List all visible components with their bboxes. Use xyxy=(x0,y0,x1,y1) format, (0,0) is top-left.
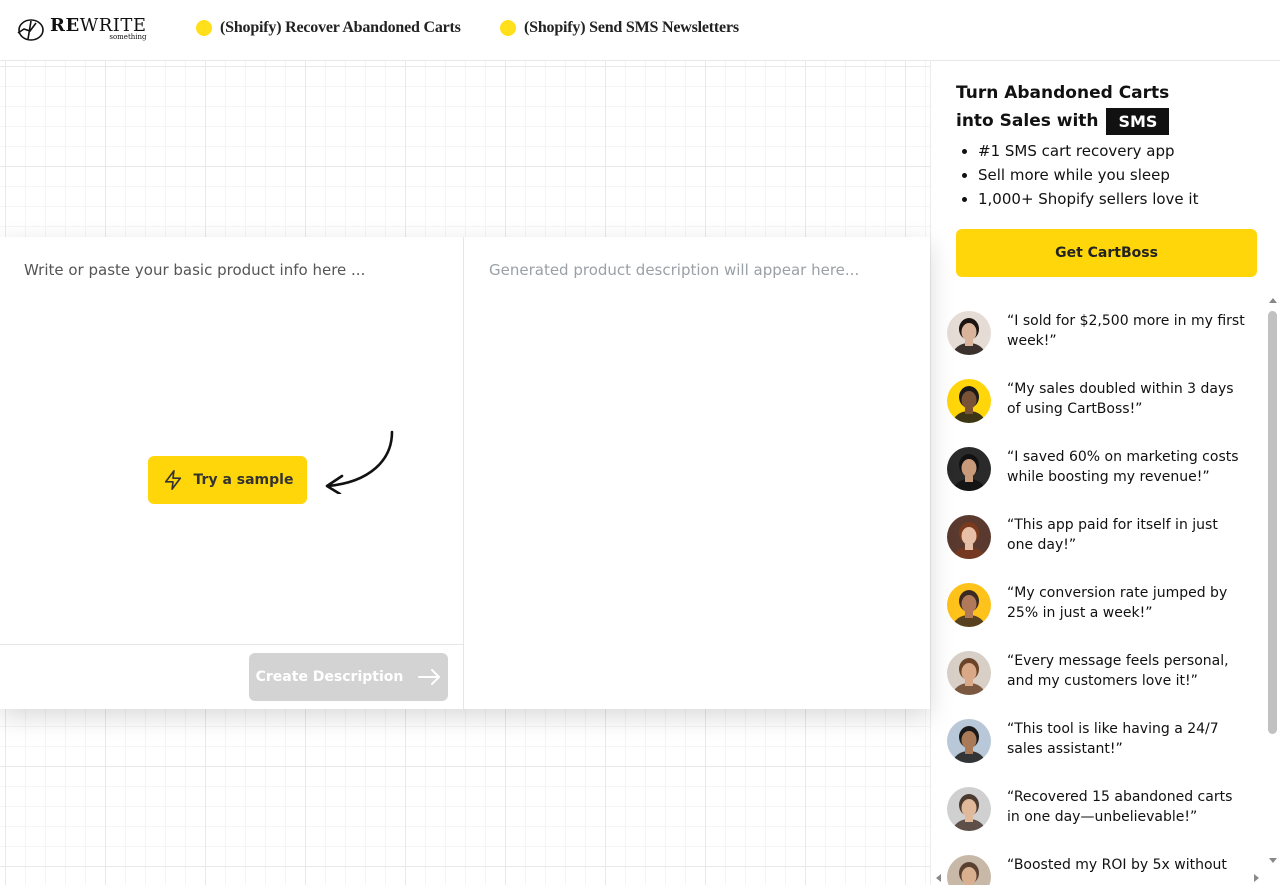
testimonial-list[interactable]: “I sold for $2,500 more in my first week… xyxy=(931,299,1280,885)
top-header: REWRITE something (Shopify) Recover Aban… xyxy=(0,0,1280,61)
try-sample-button[interactable]: Try a sample xyxy=(148,456,307,504)
nav-link-sms-newsletters[interactable]: (Shopify) Send SMS Newsletters xyxy=(500,19,739,37)
get-cartboss-button[interactable]: Get CartBoss xyxy=(956,229,1257,277)
promo-sidebar: Turn Abandoned Carts into Sales with SMS… xyxy=(930,61,1280,885)
testimonial-quote: “This app paid for itself in just one da… xyxy=(1007,517,1218,553)
lightning-icon xyxy=(164,470,181,490)
promo-bullet: 1,000+ Shopify sellers love it xyxy=(978,187,1266,211)
output-pane: Generated product description will appea… xyxy=(465,237,930,709)
avatar xyxy=(947,583,991,627)
testimonial-quote: “Boosted my ROI by 5x without xyxy=(1007,857,1227,873)
get-cartboss-label: Get CartBoss xyxy=(1055,245,1158,261)
testimonial-item: “I sold for $2,500 more in my first week… xyxy=(947,311,1247,371)
promo-title-line2: into Sales with xyxy=(956,111,1099,131)
promo-title-line1: Turn Abandoned Carts xyxy=(956,83,1170,103)
testimonial-quote: “This tool is like having a 24/7 sales a… xyxy=(1007,721,1219,757)
avatar xyxy=(947,515,991,559)
promo-bullets: #1 SMS cart recovery app Sell more while… xyxy=(978,139,1266,211)
scrollbar-thumb[interactable] xyxy=(1268,311,1277,734)
promo-bullet: #1 SMS cart recovery app xyxy=(978,139,1266,163)
testimonial-item: “Every message feels personal, and my cu… xyxy=(947,651,1247,711)
yellow-dot-icon xyxy=(196,20,212,36)
promo-title: Turn Abandoned Carts into Sales with SMS xyxy=(956,79,1266,135)
logo-mark-icon xyxy=(17,19,44,41)
nav-link-label: (Shopify) Recover Abandoned Carts xyxy=(220,19,461,36)
avatar xyxy=(947,651,991,695)
sms-badge: SMS xyxy=(1106,107,1170,135)
testimonial-quote: “My sales doubled within 3 days of using… xyxy=(1007,381,1234,417)
testimonial-item: “My conversion rate jumped by 25% in jus… xyxy=(947,583,1247,643)
create-description-label: Create Description xyxy=(255,669,404,685)
scroll-up-arrow-icon[interactable] xyxy=(1269,298,1277,303)
input-pane: Try a sample Create Description xyxy=(0,237,464,709)
try-sample-label: Try a sample xyxy=(193,472,294,488)
testimonial-quote: “Recovered 15 abandoned carts in one day… xyxy=(1007,789,1233,825)
editor-card: Try a sample Create Description Generate… xyxy=(0,237,930,709)
testimonial-quote: “I saved 60% on marketing costs while bo… xyxy=(1007,449,1239,485)
yellow-dot-icon xyxy=(500,20,516,36)
nav-link-recover-carts[interactable]: (Shopify) Recover Abandoned Carts xyxy=(196,19,461,37)
promo-block: Turn Abandoned Carts into Sales with SMS… xyxy=(956,79,1266,211)
avatar xyxy=(947,719,991,763)
output-placeholder: Generated product description will appea… xyxy=(489,261,860,279)
rewrite-logo[interactable]: REWRITE something xyxy=(16,17,147,45)
avatar xyxy=(947,787,991,831)
scroll-left-arrow-icon[interactable] xyxy=(936,874,941,882)
testimonial-item: “Boosted my ROI by 5x without xyxy=(947,855,1247,885)
avatar xyxy=(947,855,991,885)
nav-link-label: (Shopify) Send SMS Newsletters xyxy=(524,19,739,36)
promo-bullet: Sell more while you sleep xyxy=(978,163,1266,187)
testimonial-item: “Recovered 15 abandoned carts in one day… xyxy=(947,787,1247,847)
testimonial-item: “This app paid for itself in just one da… xyxy=(947,515,1247,575)
testimonial-quote: “Every message feels personal, and my cu… xyxy=(1007,653,1229,689)
curved-arrow-icon xyxy=(325,430,394,494)
create-description-button[interactable]: Create Description xyxy=(249,653,448,701)
logo-text-bold: RE xyxy=(50,15,80,36)
avatar xyxy=(947,311,991,355)
scroll-right-arrow-icon[interactable] xyxy=(1254,874,1259,882)
avatar xyxy=(947,379,991,423)
scroll-down-arrow-icon[interactable] xyxy=(1269,858,1277,863)
arrow-right-icon xyxy=(418,669,441,685)
avatar xyxy=(947,447,991,491)
testimonial-item: “I saved 60% on marketing costs while bo… xyxy=(947,447,1247,507)
testimonial-quote: “I sold for $2,500 more in my first week… xyxy=(1007,313,1245,349)
testimonial-item: “This tool is like having a 24/7 sales a… xyxy=(947,719,1247,779)
testimonial-item: “My sales doubled within 3 days of using… xyxy=(947,379,1247,439)
testimonial-quote: “My conversion rate jumped by 25% in jus… xyxy=(1007,585,1228,621)
